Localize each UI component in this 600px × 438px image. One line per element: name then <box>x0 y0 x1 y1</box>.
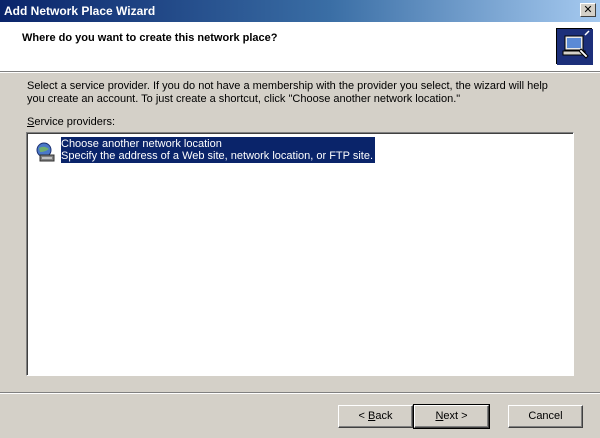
next-button[interactable]: Next > <box>413 404 490 429</box>
next-button-rest: ext > <box>443 410 468 422</box>
title-bar[interactable]: Add Network Place Wizard ✕ <box>0 0 600 22</box>
footer-divider-highlight <box>0 393 600 394</box>
back-button[interactable]: < Back <box>338 405 413 428</box>
close-button[interactable]: ✕ <box>580 3 596 17</box>
service-providers-label: Service providers: <box>27 116 115 128</box>
network-globe-icon-graphic <box>36 142 55 162</box>
back-button-rest: ack <box>375 410 393 422</box>
provider-text: Choose another network location Specify … <box>61 137 376 163</box>
wizard-window: Add Network Place Wizard ✕ Where do you … <box>0 0 600 438</box>
service-providers-list[interactable]: Choose another network location Specify … <box>26 132 574 376</box>
header-divider <box>0 72 600 73</box>
network-globe-icon <box>35 141 57 163</box>
close-icon: ✕ <box>583 4 593 16</box>
wizard-header: Where do you want to create this network… <box>0 22 600 72</box>
cancel-button[interactable]: Cancel <box>508 405 583 428</box>
provider-title: Choose another network location <box>61 138 222 150</box>
provider-subtitle: Specify the address of a Web site, netwo… <box>61 150 374 162</box>
back-button-prefix: < <box>358 410 368 422</box>
service-providers-label-rest: ervice providers: <box>34 116 116 128</box>
instructions-text: Select a service provider. If you do not… <box>27 80 548 105</box>
page-heading: Where do you want to create this network… <box>22 32 278 44</box>
network-wizard-icon <box>556 28 593 65</box>
network-wizard-icon-graphic <box>557 29 593 65</box>
window-title: Add Network Place Wizard <box>4 4 156 18</box>
